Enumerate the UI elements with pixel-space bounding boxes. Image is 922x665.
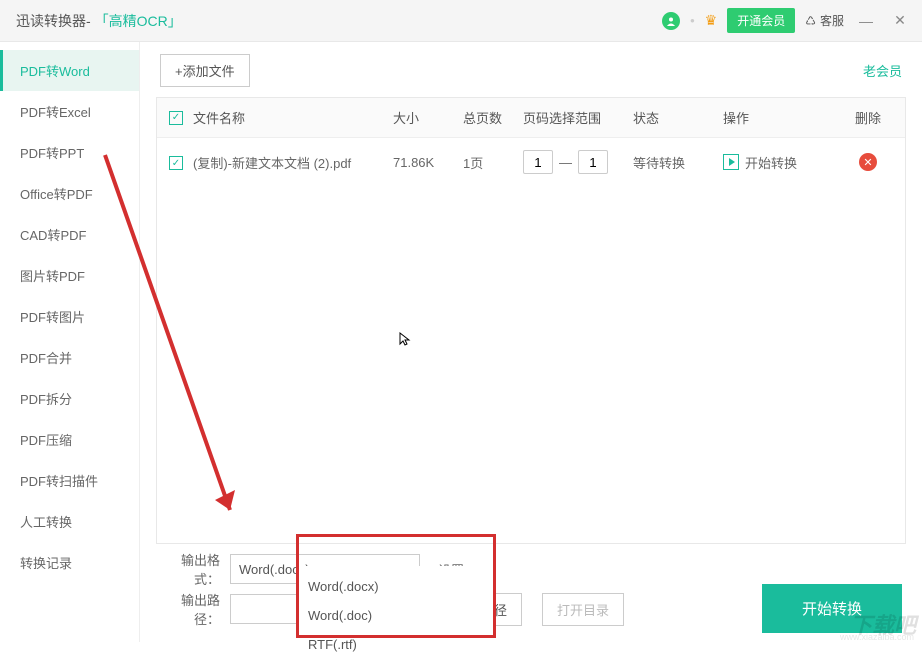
- sidebar-item-manual[interactable]: 人工转换: [0, 501, 139, 542]
- sidebar-item-pdf-merge[interactable]: PDF合并: [0, 337, 139, 378]
- service-button[interactable]: ♺ 客服: [805, 12, 844, 29]
- file-name: (复制)-新建文本文档 (2).pdf: [193, 153, 393, 172]
- format-row: 输出格式： Word(.docx) ▾ 设置: [160, 554, 902, 584]
- col-size: 大小: [393, 108, 463, 127]
- sidebar-item-pdf-word[interactable]: PDF转Word: [0, 50, 139, 91]
- path-label: 输出路径：: [160, 590, 220, 628]
- table-header: ✓ 文件名称 大小 总页数 页码选择范围 状态 操作 删除: [157, 98, 905, 138]
- old-member-link[interactable]: 老会员: [863, 61, 902, 80]
- range-to-input[interactable]: [578, 150, 608, 174]
- file-table: ✓ 文件名称 大小 总页数 页码选择范围 状态 操作 删除 ✓ (复制)-新建文…: [156, 97, 906, 544]
- dropdown-item-rtf[interactable]: RTF(.rtf): [296, 630, 496, 659]
- col-name: 文件名称: [193, 108, 393, 127]
- title-left: 迅读转换器 - 「高精OCR」: [16, 11, 182, 31]
- sidebar-item-pdf-img[interactable]: PDF转图片: [0, 296, 139, 337]
- col-pages: 总页数: [463, 108, 523, 127]
- sidebar-item-pdf-ppt[interactable]: PDF转PPT: [0, 132, 139, 173]
- convert-button[interactable]: 开始转换: [762, 584, 902, 633]
- sidebar-item-img-pdf[interactable]: 图片转PDF: [0, 255, 139, 296]
- file-size: 71.86K: [393, 155, 463, 170]
- close-button[interactable]: ✕: [888, 9, 912, 33]
- sidebar-item-pdf-split[interactable]: PDF拆分: [0, 378, 139, 419]
- table-row: ✓ (复制)-新建文本文档 (2).pdf 71.86K 1页 — 等待转换 开…: [157, 138, 905, 186]
- title-right: • ♛ 开通会员 ♺ 客服 — ✕: [662, 8, 912, 33]
- delete-button[interactable]: ✕: [859, 153, 877, 171]
- user-avatar-icon[interactable]: [662, 12, 680, 30]
- format-label: 输出格式：: [160, 550, 220, 588]
- sidebar-item-pdf-scan[interactable]: PDF转扫描件: [0, 460, 139, 501]
- toolbar: +添加文件 老会员: [156, 54, 906, 87]
- minimize-button[interactable]: —: [854, 9, 878, 33]
- sidebar-item-history[interactable]: 转换记录: [0, 542, 139, 583]
- col-range: 页码选择范围: [523, 108, 633, 127]
- col-delete: 删除: [843, 108, 893, 127]
- sidebar-item-pdf-compress[interactable]: PDF压缩: [0, 419, 139, 460]
- crown-icon[interactable]: ♛: [705, 12, 718, 29]
- main-layout: PDF转Word PDF转Excel PDF转PPT Office转PDF CA…: [0, 42, 922, 642]
- sidebar-item-cad-pdf[interactable]: CAD转PDF: [0, 214, 139, 255]
- dot-sep: •: [690, 13, 695, 28]
- vip-button[interactable]: 开通会员: [727, 8, 795, 33]
- row-checkbox[interactable]: ✓: [169, 156, 183, 170]
- open-dir-button[interactable]: 打开目录: [542, 593, 624, 626]
- row-status: 等待转换: [633, 153, 723, 172]
- format-dropdown: Word(.docx) Word(.doc) RTF(.rtf): [296, 566, 496, 665]
- headset-icon: ♺: [805, 14, 816, 28]
- app-name: 迅读转换器: [16, 11, 86, 31]
- content: +添加文件 老会员 ✓ 文件名称 大小 总页数 页码选择范围 状态 操作 删除 …: [140, 42, 922, 642]
- col-status: 状态: [633, 108, 723, 127]
- select-all-checkbox[interactable]: ✓: [169, 111, 183, 125]
- ocr-badge: 「高精OCR」: [95, 11, 182, 31]
- separator: -: [86, 13, 91, 29]
- titlebar: 迅读转换器 - 「高精OCR」 • ♛ 开通会员 ♺ 客服 — ✕: [0, 0, 922, 42]
- range-sep: —: [559, 155, 572, 170]
- play-icon: [723, 154, 739, 170]
- add-file-button[interactable]: +添加文件: [160, 54, 250, 87]
- sidebar-item-pdf-excel[interactable]: PDF转Excel: [0, 91, 139, 132]
- range-from-input[interactable]: [523, 150, 553, 174]
- page-range: —: [523, 150, 633, 174]
- sidebar: PDF转Word PDF转Excel PDF转PPT Office转PDF CA…: [0, 42, 140, 642]
- bottom-controls: 输出格式： Word(.docx) ▾ 设置 输出路径： ▾ 选择路径 打开目录…: [156, 544, 906, 634]
- dropdown-item-doc[interactable]: Word(.doc): [296, 601, 496, 630]
- action-label: 开始转换: [745, 153, 797, 172]
- col-action: 操作: [723, 108, 843, 127]
- sidebar-item-office-pdf[interactable]: Office转PDF: [0, 173, 139, 214]
- dropdown-item-docx[interactable]: Word(.docx): [296, 572, 496, 601]
- total-pages: 1页: [463, 153, 523, 172]
- row-action[interactable]: 开始转换: [723, 153, 843, 172]
